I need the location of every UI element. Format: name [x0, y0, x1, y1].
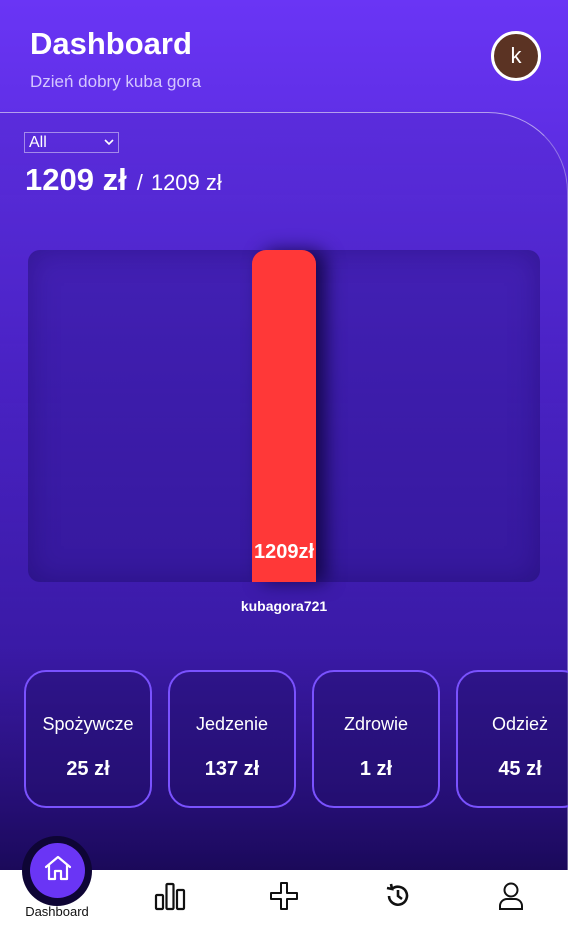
- user-icon: [497, 881, 525, 916]
- category-name: Odzież: [491, 714, 549, 734]
- plus-icon: [269, 881, 299, 916]
- history-icon: [384, 882, 412, 915]
- category-card[interactable]: Zdrowie 1 zł: [312, 670, 440, 808]
- filter-selected-value: All: [29, 133, 47, 151]
- page-title: Dashboard: [30, 26, 192, 61]
- bar-chart-icon: [154, 881, 186, 916]
- category-card[interactable]: Spożywcze 25 zł: [24, 670, 152, 808]
- category-amount: 25 zł: [66, 758, 110, 780]
- total-limit: 1209 zł: [150, 170, 222, 195]
- category-amount: 45 zł: [498, 758, 542, 780]
- category-card[interactable]: Jedzenie 137 zł: [168, 670, 296, 808]
- home-icon: [43, 854, 73, 887]
- filter-select[interactable]: All: [24, 132, 119, 153]
- bar-chart: 1209zł: [28, 250, 540, 582]
- category-name: Jedzenie: [195, 714, 269, 734]
- greeting-text: Dzień dobry kuba gora: [30, 72, 202, 91]
- category-amount: 1 zł: [359, 758, 393, 780]
- category-name: Zdrowie: [343, 714, 409, 734]
- totals: 1209 zł / 1209 zł: [25, 162, 222, 198]
- header: Dashboard Dzień dobry kuba gora k: [0, 0, 568, 112]
- nav-add[interactable]: [254, 870, 314, 926]
- nav-dashboard-label: Dashboard: [25, 904, 89, 919]
- category-name: Spożywcze: [42, 714, 134, 734]
- chevron-down-icon: [104, 137, 114, 149]
- nav-history[interactable]: [368, 870, 428, 926]
- chart-bar: 1209zł: [252, 250, 316, 582]
- total-spent: 1209 zł: [25, 162, 127, 197]
- nav-profile[interactable]: [481, 870, 541, 926]
- nav-stats[interactable]: [140, 870, 200, 926]
- total-separator: /: [136, 170, 143, 195]
- category-card[interactable]: Odzież 45 zł: [456, 670, 568, 808]
- nav-dashboard[interactable]: [30, 843, 85, 898]
- bar-category-label: kubagora721: [240, 598, 328, 614]
- category-cards[interactable]: Spożywcze 25 zł Jedzenie 137 zł Zdrowie 1 zł O…: [24, 670, 568, 808]
- avatar[interactable]: k: [491, 31, 541, 81]
- avatar-initial: k: [510, 43, 522, 68]
- category-amount: 137 zł: [204, 758, 260, 780]
- bar-value-label: 1209zł: [253, 541, 315, 563]
